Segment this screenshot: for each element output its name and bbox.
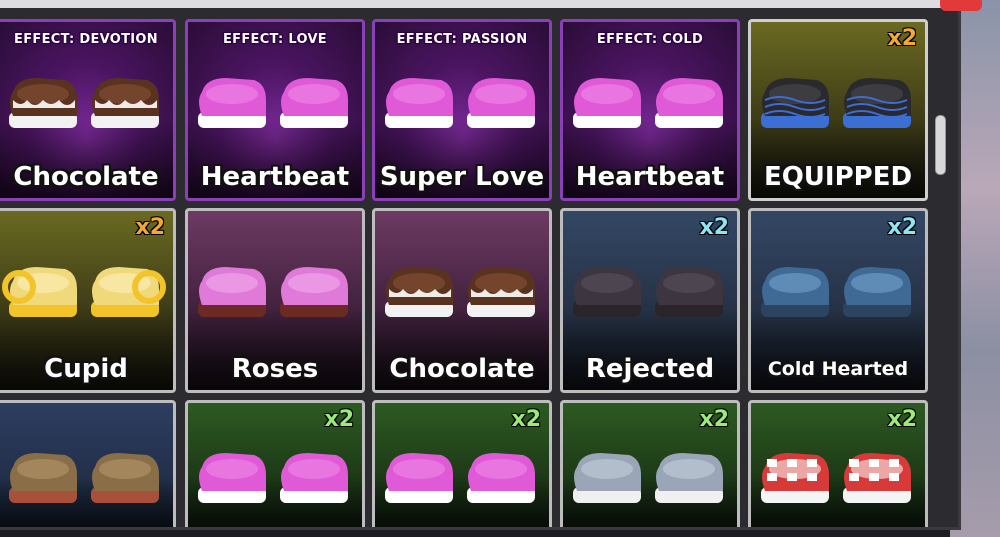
item-slot[interactable]: x2 [560,400,740,527]
item-slot[interactable]: x2 [372,400,552,527]
scrollbar-thumb[interactable] [935,115,946,175]
item-slot[interactable]: Roses [185,208,365,393]
item-name: Super Love [379,162,545,192]
item-name: Chocolate [13,162,159,192]
item-slot[interactable]: Chocolate [372,208,552,393]
quantity-badge: x2 [887,407,918,432]
effect-label: EFFECT: LOVE [222,32,327,47]
item-name: Roses [231,354,319,384]
effect-label: EFFECT: PASSION [396,32,528,47]
item-slot[interactable]: EFFECT: LOVE Heartbeat [185,19,365,201]
item-slot[interactable]: x2 Cupid [0,208,176,393]
item-slot[interactable] [0,400,176,527]
slippers-icon [9,453,159,503]
quantity-badge: x2 [699,215,730,240]
item-slot[interactable]: x2 [748,400,928,527]
item-name: Heartbeat [575,162,725,192]
item-name: Rejected [585,354,715,384]
inventory-panel: EFFECT: DEVOTION Chocolate EFFECT: LOVE Hea… [0,0,961,530]
item-name: Cupid [44,354,128,384]
panel-top-gap [0,8,958,18]
effect-label: EFFECT: DEVOTION [14,32,158,47]
quantity-badge: x2 [887,26,918,51]
item-slot[interactable]: EFFECT: COLD Heartbeat [560,19,740,201]
quantity-badge: x2 [887,215,918,240]
effect-label: EFFECT: COLD [596,32,704,47]
item-slot[interactable]: EFFECT: PASSION Super Love [372,19,552,201]
quantity-badge: x2 [324,407,355,432]
item-slot[interactable]: EFFECT: DEVOTION Chocolate [0,19,176,201]
close-button[interactable] [940,0,982,11]
item-slot[interactable]: x2 [185,400,365,527]
quantity-badge: x2 [511,407,542,432]
scrollbar-track[interactable] [930,18,946,523]
panel-top-border [0,0,958,8]
quantity-badge: x2 [699,407,730,432]
item-slot[interactable]: x2 Cold Hearted [748,208,928,393]
item-slot[interactable]: x2 EQUIPPED [748,19,928,201]
item-name: Cold Hearted [767,358,909,380]
item-slot[interactable]: x2 Rejected [560,208,740,393]
quantity-badge: x2 [135,215,166,240]
item-name: Heartbeat [200,162,350,192]
item-name: Chocolate [389,354,535,384]
equipped-label: EQUIPPED [763,162,913,192]
